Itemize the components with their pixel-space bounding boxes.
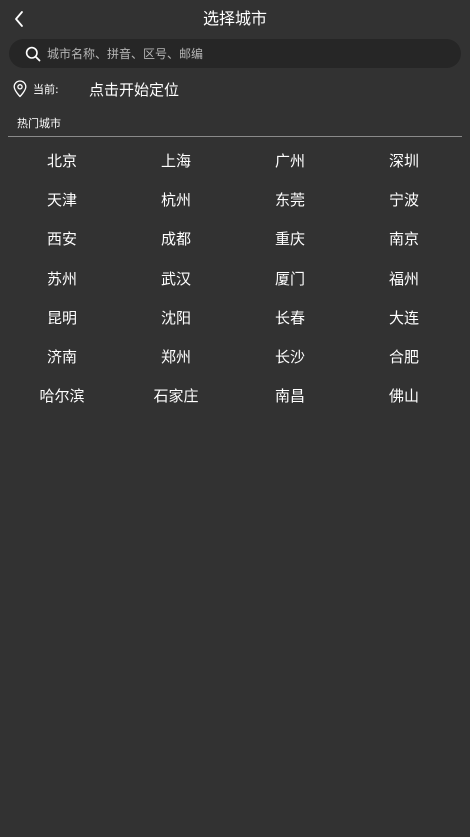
city-item[interactable]: 武汉 <box>119 259 233 298</box>
city-item[interactable]: 成都 <box>119 219 233 258</box>
city-item[interactable]: 长沙 <box>233 337 347 376</box>
hot-cities-heading: 热门城市 <box>17 117 61 130</box>
city-item[interactable]: 佛山 <box>347 376 461 415</box>
search-bar[interactable] <box>9 39 461 68</box>
location-row: 当前: 点击开始定位 <box>12 79 452 101</box>
city-item[interactable]: 哈尔滨 <box>5 376 119 415</box>
city-item[interactable]: 天津 <box>5 180 119 219</box>
city-item[interactable]: 沈阳 <box>119 298 233 337</box>
search-icon <box>25 46 41 62</box>
city-item[interactable]: 南京 <box>347 219 461 258</box>
city-item[interactable]: 上海 <box>119 141 233 180</box>
city-item[interactable]: 福州 <box>347 259 461 298</box>
city-item[interactable]: 石家庄 <box>119 376 233 415</box>
map-pin-icon <box>12 80 28 98</box>
city-item[interactable]: 西安 <box>5 219 119 258</box>
city-item[interactable]: 深圳 <box>347 141 461 180</box>
city-item[interactable]: 长春 <box>233 298 347 337</box>
city-item[interactable]: 济南 <box>5 337 119 376</box>
city-item[interactable]: 大连 <box>347 298 461 337</box>
city-item[interactable]: 厦门 <box>233 259 347 298</box>
divider <box>8 136 462 137</box>
city-item[interactable]: 宁波 <box>347 180 461 219</box>
hot-cities-grid: 北京 上海 广州 深圳天津 杭州 东莞 宁波西安 成都 重庆 南京苏州 武汉 厦门 福州昆明 沈阳 长春 大连… <box>5 141 461 415</box>
city-item[interactable]: 昆明 <box>5 298 119 337</box>
city-item[interactable]: 苏州 <box>5 259 119 298</box>
search-input[interactable] <box>47 43 461 64</box>
page-title: 选择城市 <box>202 9 267 28</box>
city-item[interactable]: 北京 <box>5 141 119 180</box>
start-location-button[interactable]: 点击开始定位 <box>89 79 179 101</box>
current-location-label: 当前: <box>33 83 59 96</box>
city-item[interactable]: 杭州 <box>119 180 233 219</box>
city-item[interactable]: 郑州 <box>119 337 233 376</box>
header-bar: 选择城市 <box>0 0 470 38</box>
city-item[interactable]: 广州 <box>233 141 347 180</box>
city-item[interactable]: 东莞 <box>233 180 347 219</box>
city-item[interactable]: 合肥 <box>347 337 461 376</box>
city-item[interactable]: 南昌 <box>233 376 347 415</box>
city-item[interactable]: 重庆 <box>233 219 347 258</box>
